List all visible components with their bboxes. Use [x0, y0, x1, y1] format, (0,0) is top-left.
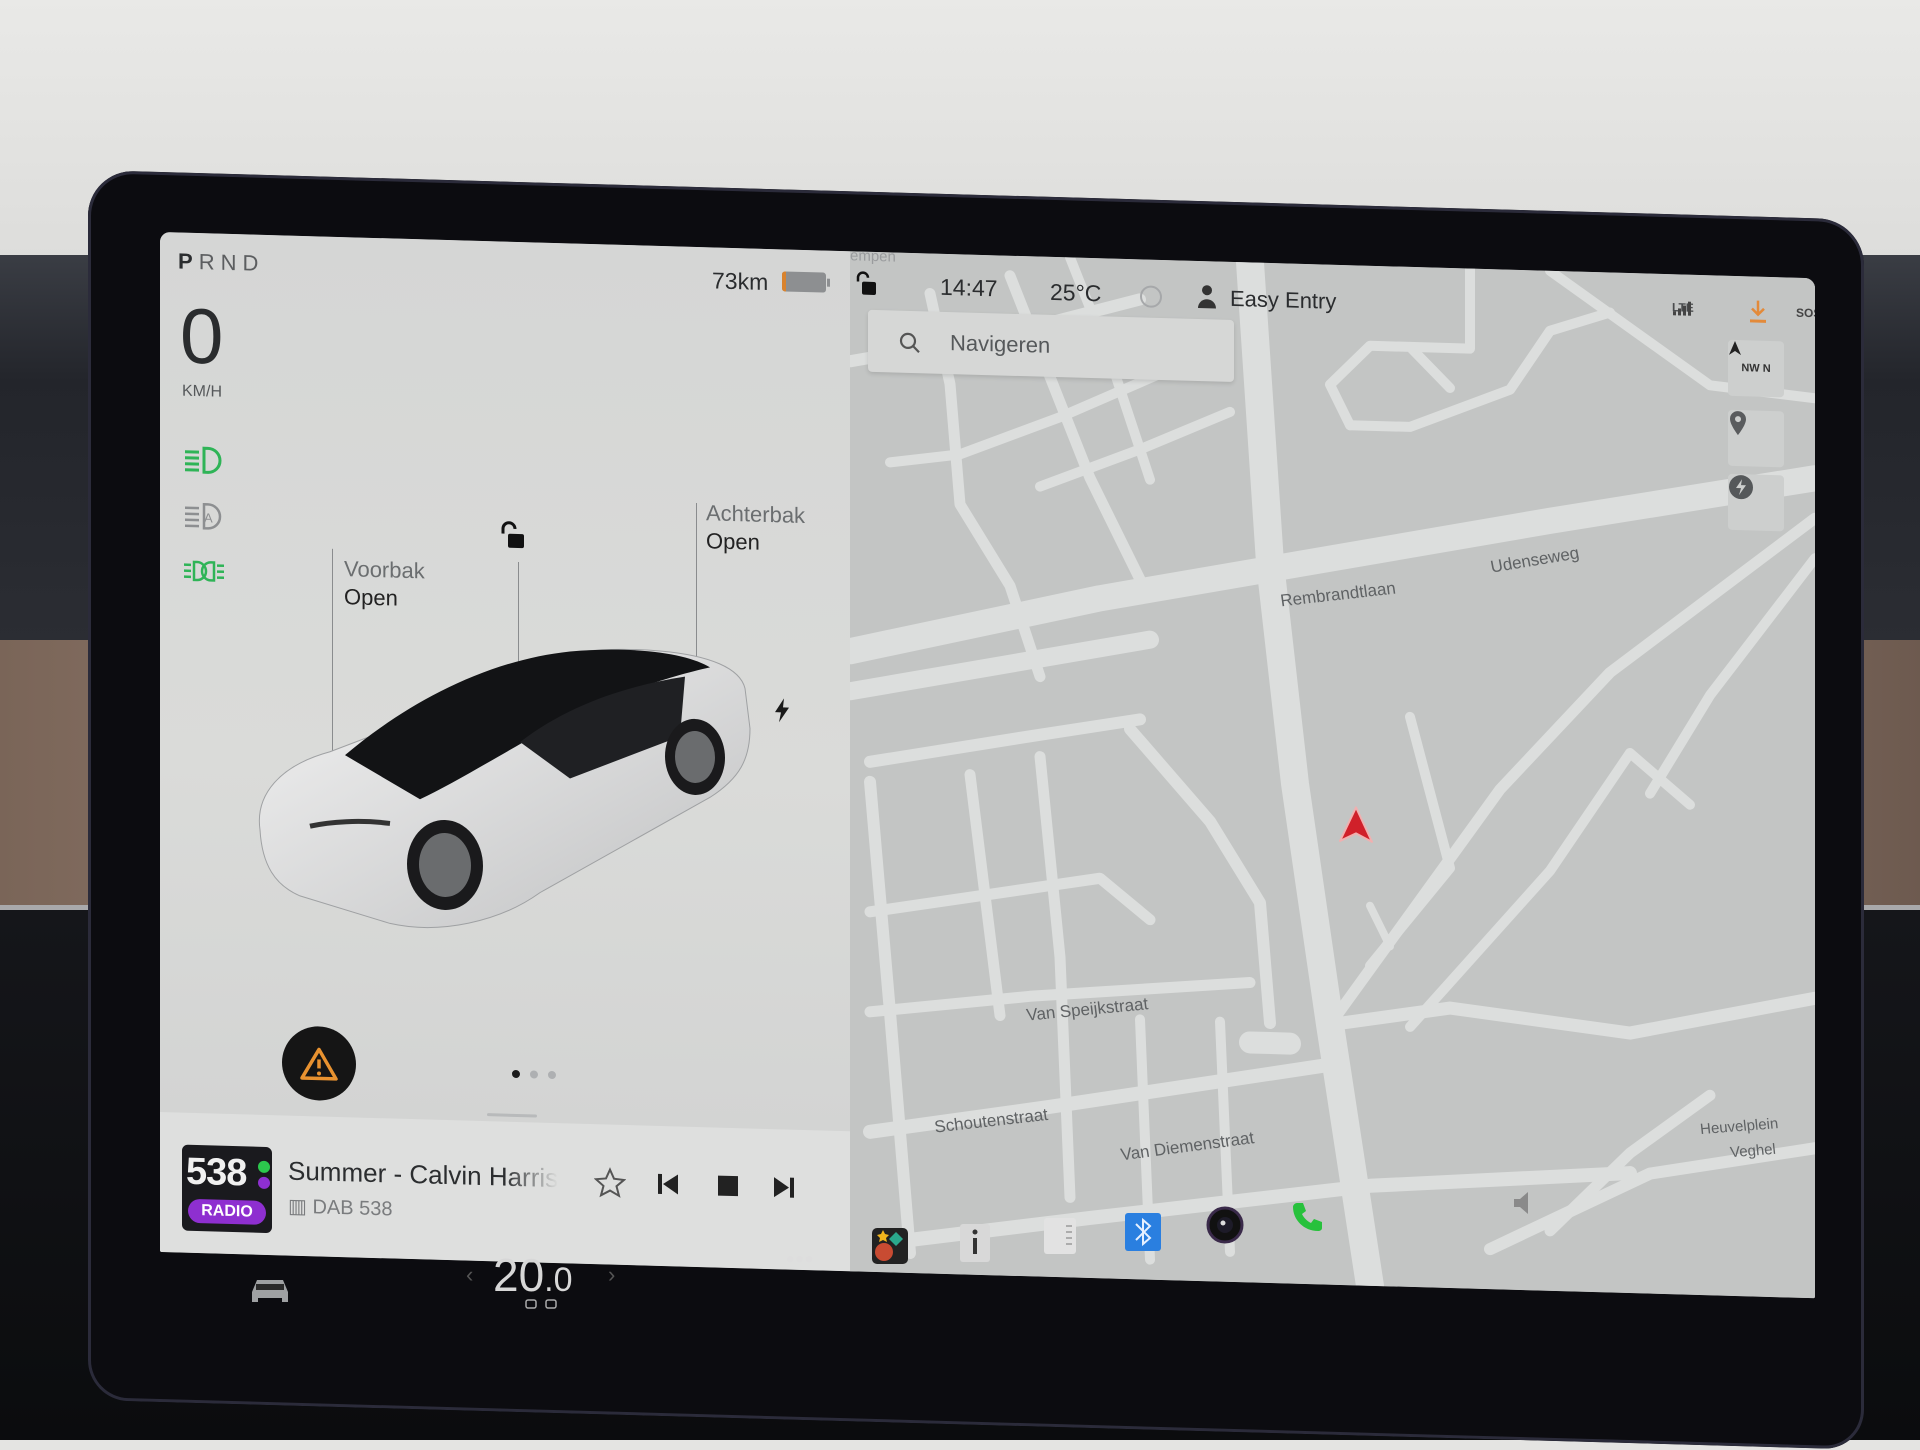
temp-down-chevron[interactable]: ‹: [466, 1262, 473, 1288]
volume-button[interactable]: [1512, 1190, 1540, 1216]
station-logo: 538 RADIO: [182, 1144, 272, 1234]
track-source: ▥ DAB 538: [288, 1194, 393, 1222]
sentry-icon[interactable]: [1140, 285, 1162, 308]
page-dot[interactable]: [530, 1070, 538, 1079]
north-arrow-icon: [1729, 340, 1741, 356]
page-dot[interactable]: [548, 1070, 556, 1080]
compass-heading: NW N: [1741, 362, 1771, 375]
battery-fill: [782, 271, 786, 292]
page-dot[interactable]: [512, 1069, 520, 1079]
logo-dot-green: [258, 1160, 270, 1174]
range-readout: 73km: [712, 267, 769, 295]
seat-heater-icons[interactable]: [524, 1298, 558, 1312]
speed-unit: KM/H: [182, 382, 222, 401]
compass-button[interactable]: NW N: [1728, 339, 1784, 398]
rear-trunk-state[interactable]: Open: [706, 527, 805, 558]
bluetooth-icon: [1125, 1213, 1161, 1251]
toybox-button[interactable]: [870, 1226, 910, 1266]
gear-r: R: [198, 249, 221, 275]
sos-indicator[interactable]: SOS: [1796, 306, 1815, 321]
page-indicator: [512, 1069, 556, 1080]
camera-icon: [1206, 1206, 1244, 1244]
navigation-map[interactable]: empen 14:47 25°C Easy Entry LTE SOS Navi…: [850, 247, 1815, 1299]
station-logo-number: 538: [186, 1150, 247, 1195]
outside-temperature: 25°C: [1050, 278, 1102, 307]
logo-dot-purple: [258, 1176, 270, 1190]
network-status: LTE: [1672, 300, 1694, 316]
driver-profile[interactable]: Easy Entry: [1230, 286, 1336, 315]
seat-heater-left-icon: [525, 1299, 537, 1309]
map-roads: [850, 251, 1815, 1299]
calendar-icon: [1044, 1218, 1076, 1254]
car-icon: [252, 1280, 288, 1302]
stop-button[interactable]: [710, 1167, 746, 1204]
next-button[interactable]: [766, 1169, 802, 1206]
media-drawer-handle[interactable]: [487, 1113, 537, 1118]
battery-indicator: [782, 271, 826, 293]
skip-previous-icon: [658, 1173, 678, 1195]
charge-port-icon[interactable]: [772, 697, 792, 729]
gear-d: D: [242, 250, 265, 276]
speaker-icon: [1514, 1192, 1528, 1214]
ellipsis-icon: •••: [786, 1246, 815, 1273]
toybox-icon: [872, 1228, 908, 1264]
previous-button[interactable]: [650, 1166, 686, 1203]
radio-icon: ▥: [288, 1195, 313, 1219]
phone-icon: [1293, 1203, 1322, 1231]
source-label: DAB 538: [312, 1196, 393, 1221]
search-placeholder[interactable]: Navigeren: [950, 330, 1050, 359]
signal-icon: [1673, 301, 1691, 316]
star-icon: [594, 1167, 626, 1198]
touchscreen: PRND 0 KM/H A 73km Voorbak Open Achterba…: [160, 232, 1815, 1299]
front-trunk-label: Voorbak: [344, 556, 425, 584]
bluetooth-button[interactable]: [1124, 1212, 1162, 1252]
skip-next-icon: [774, 1177, 794, 1198]
temp-up-chevron[interactable]: ›: [608, 1262, 615, 1288]
gear-p: P: [178, 248, 199, 275]
manual-button[interactable]: [958, 1222, 992, 1264]
gear-n: N: [220, 249, 243, 276]
gear-selector: PRND: [178, 249, 264, 277]
navigation-search[interactable]: Navigeren: [868, 309, 1234, 382]
camera-button[interactable]: [1206, 1206, 1244, 1244]
clock: 14:47: [940, 273, 998, 302]
cabin-temperature[interactable]: 20.0: [493, 1248, 573, 1302]
calendar-button[interactable]: [1042, 1216, 1078, 1256]
auto-high-beam-icon[interactable]: A: [182, 499, 226, 534]
pin-button[interactable]: [1728, 409, 1784, 468]
place-label: Veghel: [1729, 1140, 1777, 1162]
info-icon: [960, 1224, 990, 1262]
phone-button[interactable]: [1290, 1200, 1324, 1234]
track-title: Summer - Calvin Harris: [288, 1155, 558, 1194]
temp-integer: 20: [493, 1249, 545, 1301]
vehicle-render: [258, 648, 751, 928]
car-controls-button[interactable]: [246, 1272, 294, 1306]
search-icon: [899, 332, 920, 353]
hazard-warning-button[interactable]: [282, 1025, 356, 1102]
rear-trunk-callout[interactable]: Achterbak Open: [706, 499, 805, 558]
parking-lights-icon[interactable]: [182, 555, 226, 590]
map-pin-icon: [1730, 411, 1746, 436]
lightning-circle-icon: [1729, 475, 1753, 500]
stop-icon: [718, 1175, 738, 1197]
svg-text:A: A: [204, 510, 213, 525]
vehicle-panel: PRND 0 KM/H A 73km Voorbak Open Achterba…: [160, 232, 850, 1132]
favorite-button[interactable]: [592, 1164, 628, 1201]
charging-stations-button[interactable]: [1728, 473, 1784, 532]
seat-heater-right-icon: [545, 1299, 557, 1309]
battery-tip: [827, 278, 830, 287]
low-beam-icon[interactable]: [182, 443, 226, 478]
warning-triangle-icon: [300, 1047, 338, 1081]
more-apps-button[interactable]: •••: [786, 1246, 814, 1274]
temp-decimal: .0: [544, 1261, 573, 1299]
speed-value: 0: [180, 291, 224, 381]
rear-trunk-label: Achterbak: [706, 500, 806, 529]
station-logo-text: RADIO: [188, 1198, 266, 1225]
door-unlocked-icon[interactable]: [496, 519, 528, 557]
